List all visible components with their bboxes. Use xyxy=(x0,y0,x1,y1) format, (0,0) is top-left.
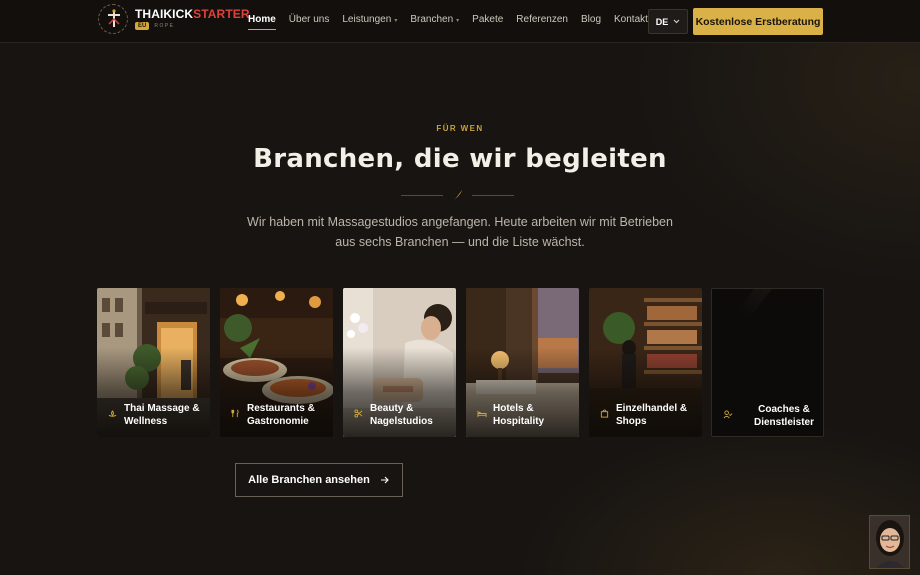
main-nav: Home Über uns Leistungen ▾ Branchen ▾ Pake… xyxy=(248,14,648,30)
avatar-photo xyxy=(870,516,909,568)
nav-item-kontakt[interactable]: Kontakt xyxy=(614,14,648,25)
nav-item-home[interactable]: Home xyxy=(248,14,276,30)
bed-icon xyxy=(477,410,487,418)
card-label: Coaches & Dienstleister xyxy=(753,404,815,428)
chat-avatar[interactable] xyxy=(869,515,910,569)
card-label: Hotels & Hospitality xyxy=(493,403,545,427)
card-label: Thai Massage & Wellness xyxy=(124,403,200,427)
free-consultation-button[interactable]: Kostenlose Erstberatung xyxy=(693,8,823,35)
site-header: THAIKICKSTARTER EU ROPE Home Über uns Le… xyxy=(0,0,920,43)
section-title: Branchen, die wir begleiten xyxy=(253,144,667,174)
card-label: Restaurants & Gastronomie xyxy=(247,403,315,427)
decorative-slash xyxy=(736,289,823,321)
feather-icon xyxy=(454,190,462,200)
language-label: DE xyxy=(655,16,669,27)
brand-name-part2: STARTER xyxy=(193,7,250,21)
brand-name: THAIKICKSTARTER xyxy=(135,7,250,21)
language-selector[interactable]: DE xyxy=(648,9,688,34)
nav-item-branchen-label: Branchen xyxy=(410,14,454,25)
industry-card-thai-massage[interactable]: Thai Massage & Wellness xyxy=(97,288,210,437)
all-industries-label: Alle Branchen ansehen xyxy=(248,474,370,486)
section-eyebrow: FÜR WEN xyxy=(436,124,484,133)
industry-card-retail[interactable]: Einzelhandel & Shops xyxy=(589,288,702,437)
brand-sub: EU ROPE xyxy=(135,22,175,30)
chevron-down-icon: ▾ xyxy=(394,18,398,24)
chevron-down-icon: ▾ xyxy=(456,18,460,24)
lotus-icon xyxy=(108,410,117,417)
industry-card-hotels[interactable]: Hotels & Hospitality xyxy=(466,288,579,437)
brand-sub-text: ROPE xyxy=(154,23,175,29)
card-label: Einzelhandel & Shops xyxy=(616,403,688,427)
scissors-icon xyxy=(354,409,363,418)
industry-card-beauty[interactable]: Beauty & Nagelstudios xyxy=(343,288,456,437)
all-industries-button[interactable]: Alle Branchen ansehen xyxy=(235,463,403,497)
cutlery-icon xyxy=(231,409,239,418)
nav-item-blog[interactable]: Blog xyxy=(581,14,601,25)
nav-item-pakete[interactable]: Pakete xyxy=(472,14,503,25)
section-divider xyxy=(401,189,514,201)
person-check-icon xyxy=(723,410,733,419)
brand-badge: EU xyxy=(135,22,150,30)
nav-item-leistungen[interactable]: Leistungen ▾ xyxy=(342,14,397,25)
logo-emblem-icon xyxy=(98,4,128,34)
nav-item-ueber-uns[interactable]: Über uns xyxy=(289,14,330,25)
section-lead: Wir haben mit Massagestudios angefangen.… xyxy=(247,215,673,249)
card-label: Beauty & Nagelstudios xyxy=(370,403,433,427)
nav-item-leistungen-label: Leistungen xyxy=(342,14,392,25)
industry-card-coaches[interactable]: Coaches & Dienstleister xyxy=(711,288,824,437)
nav-item-branchen[interactable]: Branchen ▾ xyxy=(410,14,459,25)
logo[interactable]: THAIKICKSTARTER EU ROPE xyxy=(98,4,250,34)
brand-name-part1: THAIKICK xyxy=(135,7,194,21)
industry-card-restaurants[interactable]: Restaurants & Gastronomie xyxy=(220,288,333,437)
shopping-bag-icon xyxy=(600,409,609,418)
chevron-down-icon xyxy=(673,19,680,24)
arrow-right-icon xyxy=(380,476,389,484)
nav-item-referenzen[interactable]: Referenzen xyxy=(516,14,568,25)
